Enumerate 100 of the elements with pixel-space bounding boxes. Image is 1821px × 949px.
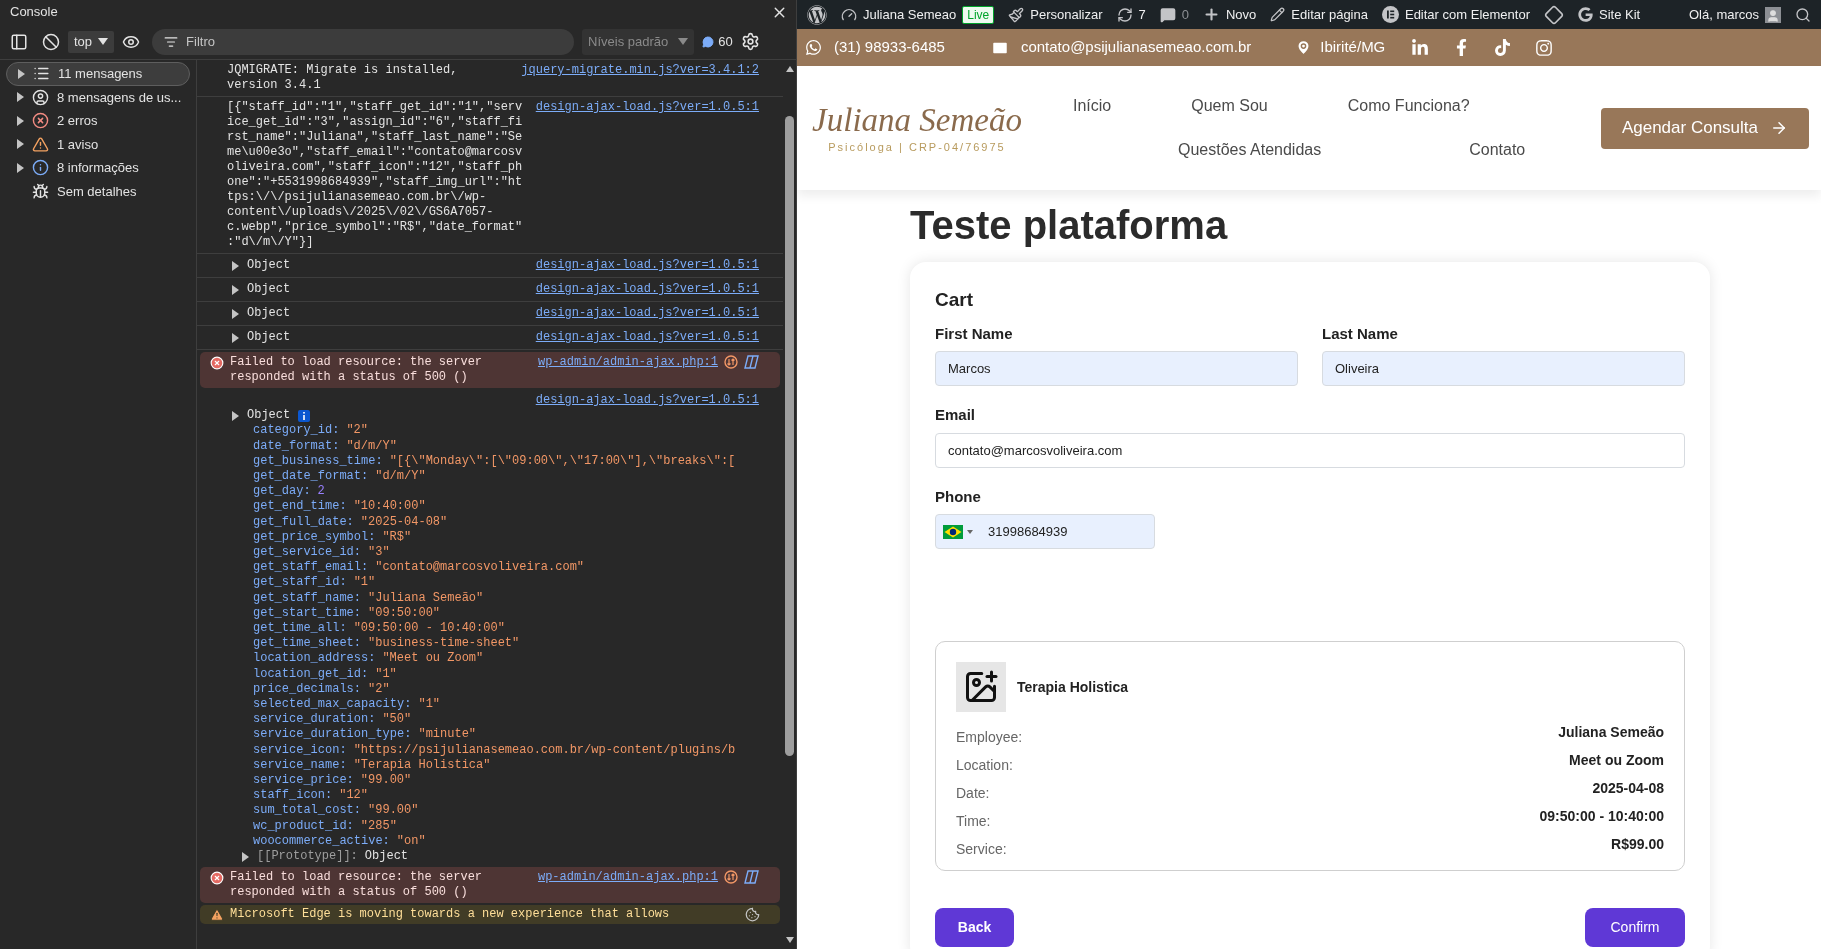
property-key: get_staff_name: (253, 590, 362, 606)
nav-link[interactable]: Contato (1469, 138, 1526, 162)
context-dropdown[interactable]: top (68, 30, 115, 53)
admin-bar-link[interactable]: Site Kit (1577, 4, 1641, 25)
admin-bar-link[interactable]: 0 (1159, 4, 1189, 25)
source-link[interactable]: design-ajax-load.js?ver=1.0.5:1 (535, 258, 759, 273)
diamond-icon[interactable] (1543, 4, 1564, 25)
phone-number[interactable]: (31) 98933-6485 (834, 36, 945, 59)
cookie-icon[interactable] (745, 907, 760, 923)
object-label[interactable]: Object (247, 282, 291, 297)
property-value: Object (364, 849, 409, 865)
account-menu[interactable]: Olá, marcos (1688, 4, 1781, 25)
property-value: "d/m/Y" (346, 438, 397, 454)
input-field[interactable]: Marcos (935, 351, 1298, 386)
caret-icon[interactable] (16, 115, 24, 126)
scroll-up-icon[interactable] (785, 66, 794, 72)
admin-bar-link[interactable]: Personalizar (1008, 4, 1103, 25)
caret-icon[interactable] (231, 284, 239, 295)
source-link[interactable]: wp-admin/admin-ajax.php:1 (537, 355, 718, 370)
property-value: "1" (375, 666, 397, 682)
caret-icon[interactable] (231, 332, 239, 343)
caret-icon[interactable] (967, 530, 973, 534)
confirm-button[interactable]: Confirm (1585, 908, 1685, 947)
phone-field[interactable]: 31998684939 (935, 514, 1155, 549)
nav-link[interactable]: Quem Sou (1191, 94, 1268, 118)
sidebar-item[interactable]: 1 aviso (6, 132, 190, 156)
object-label[interactable]: Object (247, 306, 291, 321)
search-icon[interactable] (1795, 6, 1811, 23)
source-link[interactable]: design-ajax-load.js?ver=1.0.5:1 (535, 393, 759, 409)
sidebar-item[interactable]: 2 erros (6, 109, 190, 133)
summary-value: 2025-04-08 (1592, 778, 1664, 798)
issues-counter[interactable]: 60 (702, 31, 733, 52)
source-link[interactable]: design-ajax-load.js?ver=1.0.5:1 (535, 100, 759, 250)
filter-field[interactable]: Filtro (152, 28, 575, 55)
scroll-down-icon[interactable] (785, 937, 794, 943)
caret-icon[interactable] (231, 260, 239, 271)
levels-dropdown[interactable]: Níveis padrão (582, 28, 695, 55)
admin-bar-link[interactable]: Juliana Semeao (841, 4, 957, 25)
sidebar-item[interactable]: 8 mensagens de us... (6, 85, 190, 109)
admin-bar-link[interactable]: Novo (1203, 4, 1257, 25)
input-field[interactable]: contato@marcosvoliveira.com (935, 432, 1685, 468)
nav-link[interactable]: Questões Atendidas (1178, 138, 1322, 162)
email-address[interactable]: contato@psijulianasemeao.com.br (1020, 36, 1252, 59)
wordpress-icon[interactable] (807, 4, 827, 25)
source-link[interactable]: design-ajax-load.js?ver=1.0.5:1 (535, 282, 759, 297)
admin-bar-link[interactable]: Editar página (1270, 4, 1368, 25)
caret-icon[interactable] (16, 139, 24, 150)
elementor-icon (1381, 6, 1399, 23)
property-key: get_end_time: (253, 499, 347, 515)
caret-icon[interactable] (231, 410, 239, 421)
property-key: get_business_time: (253, 453, 383, 469)
caret-icon[interactable] (16, 162, 24, 173)
instagram-icon[interactable] (1535, 38, 1554, 57)
filter-icon (164, 34, 179, 49)
source-link[interactable]: jquery-migrate.min.js?ver=3.4.1:2 (521, 63, 759, 93)
network-icon[interactable] (724, 355, 738, 369)
settings-icon[interactable] (740, 32, 760, 51)
error-icon (210, 356, 224, 370)
source-link[interactable]: design-ajax-load.js?ver=1.0.5:1 (535, 330, 759, 345)
whatsapp-icon (805, 39, 822, 56)
sidebar-item[interactable]: 11 mensagens (6, 62, 190, 86)
tiktok-icon[interactable] (1494, 39, 1512, 56)
object-label[interactable]: Object (247, 330, 291, 345)
copilot-icon[interactable] (744, 355, 760, 369)
caret-icon[interactable] (241, 851, 249, 862)
sidebar-toggle-icon[interactable] (10, 32, 28, 51)
property-value: "285" (360, 818, 397, 834)
source-link[interactable]: wp-admin/admin-ajax.php:1 (537, 870, 718, 886)
back-button[interactable]: Back (935, 908, 1014, 947)
caret-icon[interactable] (231, 308, 239, 319)
property-key: get_time_all: (253, 621, 347, 637)
sidebar-item[interactable]: Sem detalhes (6, 179, 190, 203)
avatar (1765, 6, 1781, 23)
caret-icon[interactable] (16, 92, 24, 103)
sidebar-item[interactable]: 8 informações (6, 156, 190, 180)
property-value: "https://psijulianasemeao.com.br/wp-content/plugins/b (353, 742, 736, 758)
dropdown-arrow-icon[interactable] (678, 37, 689, 46)
logo-wordmark[interactable]: Juliana Semeão (812, 100, 1022, 139)
copilot-icon[interactable] (744, 870, 760, 885)
object-label[interactable]: Object (247, 408, 291, 424)
object-label[interactable]: Object (247, 258, 291, 273)
property-key: location_get_id: (253, 666, 369, 682)
logo-subtitle: Psicóloga | CRP-04/76975 (828, 139, 1006, 155)
source-link[interactable]: design-ajax-load.js?ver=1.0.5:1 (535, 306, 759, 321)
network-icon[interactable] (724, 870, 738, 885)
admin-bar-link[interactable]: Editar com Elementor (1381, 4, 1530, 25)
summary-label: Time: (956, 811, 991, 831)
info-icon[interactable] (298, 409, 311, 422)
linkedin-icon[interactable] (1411, 38, 1430, 57)
dropdown-arrow-icon[interactable] (98, 37, 109, 46)
admin-bar-link[interactable]: 7 (1116, 4, 1146, 25)
caret-icon[interactable] (17, 68, 25, 79)
property-value: "12" (339, 788, 369, 804)
nav-link[interactable]: Como Funciona? (1347, 94, 1470, 118)
brazil-flag-icon[interactable] (943, 525, 963, 539)
schedule-button[interactable]: Agendar Consulta (1600, 107, 1809, 149)
clear-icon[interactable] (42, 32, 60, 51)
input-field[interactable]: Oliveira (1322, 351, 1685, 386)
property-value: "minute" (418, 727, 477, 743)
nav-link[interactable]: Início (1073, 94, 1112, 118)
